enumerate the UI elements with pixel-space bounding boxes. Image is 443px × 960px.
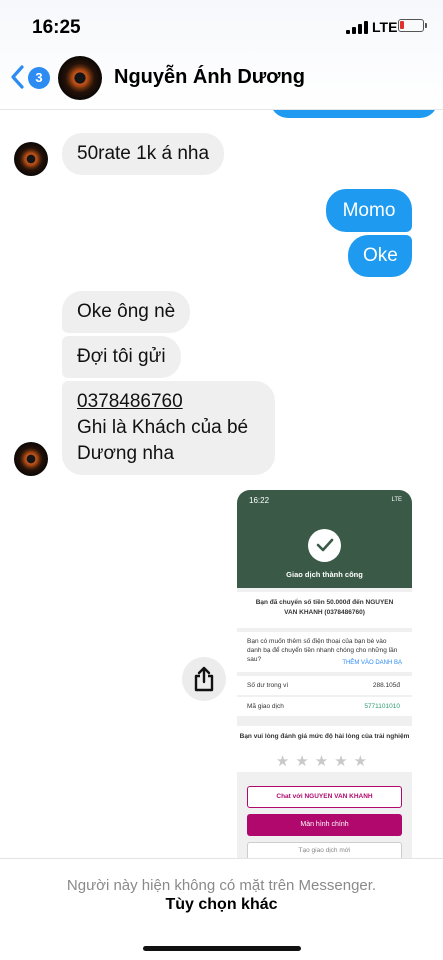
network-type: LTE	[372, 19, 398, 35]
contact-avatar[interactable]	[58, 56, 102, 100]
back-button[interactable]: 3	[6, 62, 50, 94]
receipt-time: 16:22	[249, 496, 270, 505]
contact-name[interactable]: Nguyễn Ánh Dương	[114, 66, 305, 89]
balance-value: 288.105đ	[372, 682, 400, 689]
transaction-id-value: 5771101010	[364, 703, 400, 710]
outgoing-message[interactable]: Oke	[348, 235, 412, 277]
balance-row: Số dư trong ví 288.105đ	[237, 676, 412, 695]
phone-number-link[interactable]: 0378486760	[77, 389, 260, 415]
transaction-id-label: Mã giao dịch	[247, 703, 284, 710]
unavailable-footer: Người này hiện không có mặt trên Messeng…	[0, 858, 443, 960]
incoming-message[interactable]: Oke ông nè	[62, 291, 191, 333]
unavailable-note: Người này hiện không có mặt trên Messeng…	[66, 877, 377, 894]
more-options-button[interactable]: Tùy chọn khác	[0, 896, 443, 914]
add-contact-prompt: Bạn có muốn thêm số điện thoại của bạn b…	[237, 632, 412, 672]
chat-with-recipient-button[interactable]: Chat với NGUYEN VAN KHANH	[247, 786, 402, 808]
share-button[interactable]	[182, 657, 226, 701]
incoming-message[interactable]: 0378486760 Ghi là Khách của bé Dương nha	[62, 381, 275, 475]
transfer-description: Bạn đã chuyển số tiền 50.000đ đến NGUYEN…	[237, 592, 412, 628]
receipt-header: 16:22 LTE Giao dịch thành công	[237, 490, 412, 588]
battery-icon	[398, 19, 427, 32]
balance-label: Số dư trong ví	[247, 682, 289, 689]
home-screen-button[interactable]: Màn hình chính	[247, 814, 402, 836]
add-contact-link[interactable]: THÊM VÀO DANH BẠ	[342, 659, 402, 668]
rating-stars[interactable]: ★★★★★	[237, 752, 412, 770]
success-title: Giao dịch thành công	[286, 570, 363, 579]
message-line: Dương nha	[77, 443, 175, 464]
share-icon	[194, 666, 214, 692]
sender-avatar[interactable]	[14, 142, 48, 176]
status-time: 16:25	[32, 17, 81, 38]
messenger-chat-screen: 16:25 LTE 3 Nguyễn Ánh Dương 50rate 1k á…	[0, 0, 443, 960]
message-line: Ghi là Khách của bé	[77, 417, 249, 438]
home-indicator[interactable]	[143, 946, 301, 951]
check-icon	[308, 529, 341, 562]
momo-receipt-image[interactable]: 16:22 LTE Giao dịch thành công Bạn đã ch…	[237, 490, 412, 860]
incoming-message[interactable]: 50rate 1k á nha	[62, 133, 225, 175]
signal-icon	[346, 21, 368, 34]
chat-header: 16:25 LTE 3 Nguyễn Ánh Dương	[0, 0, 443, 110]
unread-count-badge: 3	[28, 67, 50, 89]
chevron-left-icon	[11, 65, 24, 89]
incoming-message[interactable]: Đợi tôi gửi	[62, 336, 181, 378]
transaction-id-row[interactable]: Mã giao dịch 5771101010	[237, 697, 412, 716]
outgoing-message[interactable]: Momo	[326, 189, 412, 232]
sender-avatar[interactable]	[14, 442, 48, 476]
receipt-network: LTE	[391, 497, 402, 503]
